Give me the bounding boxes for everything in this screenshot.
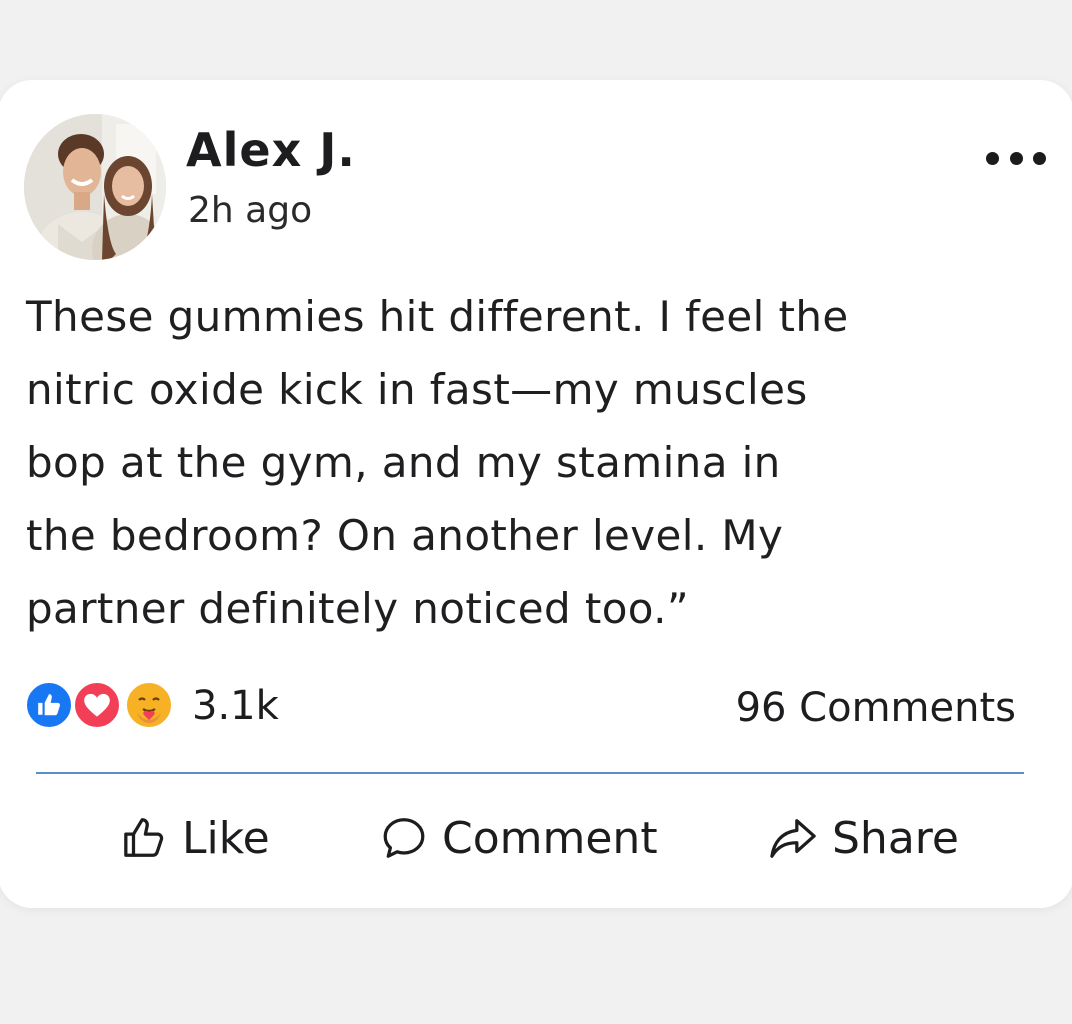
reactions-count: 3.1k	[192, 683, 279, 729]
author-name[interactable]: Alex J.	[186, 122, 356, 178]
post-line: nitric oxide kick in fast—my muscles	[26, 365, 808, 414]
reaction-icons	[24, 678, 180, 734]
thumbs-up-icon	[124, 818, 164, 857]
more-options-icon[interactable]	[986, 142, 1046, 174]
share-arrow-icon	[770, 819, 816, 858]
like-reaction-icon	[24, 680, 74, 730]
comments-count[interactable]: 96 Comments	[736, 682, 1016, 734]
love-reaction-icon	[72, 680, 122, 730]
comment-bubble-icon	[383, 818, 425, 858]
post-line: partner definitely noticed too.”	[26, 584, 690, 633]
share-label: Share	[832, 812, 959, 864]
post-card: Alex J. 2h ago These gummies hit differe…	[0, 80, 1072, 908]
post-body: These gummies hit different. I feel the …	[26, 280, 1046, 645]
avatar-photo	[24, 114, 166, 260]
more-dot	[1033, 151, 1046, 165]
reactions-summary[interactable]: 3.1k	[24, 678, 279, 734]
share-button[interactable]: Share	[768, 808, 959, 868]
more-dot	[1009, 151, 1023, 165]
comment-button[interactable]: Comment	[380, 808, 658, 868]
like-label: Like	[182, 812, 270, 864]
post-line: These gummies hit different. I feel the	[26, 292, 849, 341]
divider	[36, 772, 1024, 774]
post-timestamp: 2h ago	[188, 190, 313, 231]
more-dot	[986, 151, 999, 165]
avatar[interactable]	[24, 114, 166, 260]
post-line: the bedroom? On another level. My	[26, 511, 784, 560]
comment-label: Comment	[442, 812, 658, 864]
like-button[interactable]: Like	[122, 808, 270, 868]
care-reaction-icon	[124, 680, 174, 730]
post-line: bop at the gym, and my stamina in	[26, 438, 781, 487]
